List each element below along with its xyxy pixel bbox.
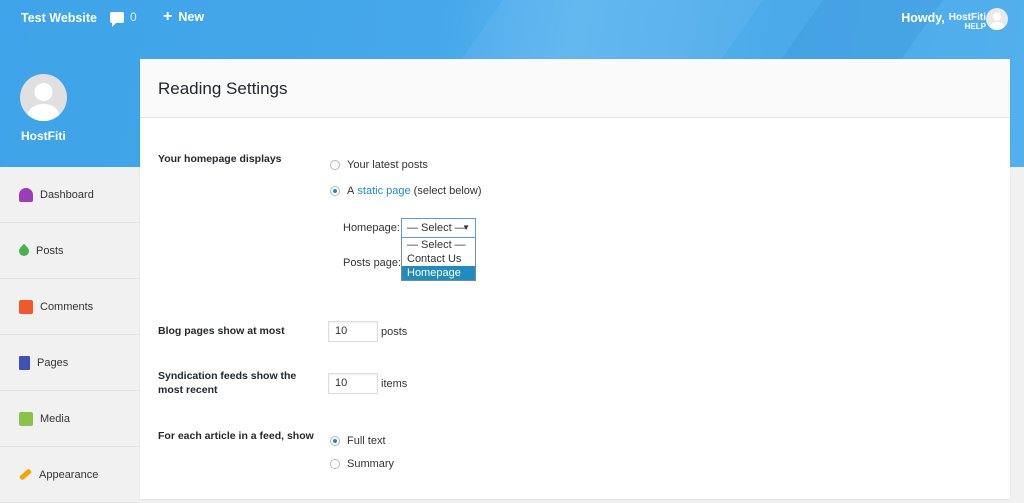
profile-avatar-icon[interactable]	[20, 74, 67, 121]
radio-latest-posts[interactable]: Your latest posts	[330, 159, 428, 171]
sidebar-item-dashboard[interactable]: Dashboard	[0, 167, 140, 223]
feed-article-label: For each article in a feed, show	[158, 430, 314, 442]
sidebar-item-comments[interactable]: Comments	[0, 279, 140, 335]
syndication-input[interactable]: 10	[328, 373, 378, 394]
user-avatar-icon[interactable]	[986, 8, 1008, 30]
sidebar-item-label: Media	[40, 412, 70, 425]
sidebar-item-appearance[interactable]: Appearance	[0, 447, 140, 503]
radio-label: Summary	[347, 458, 395, 470]
radio-label-suffix: (select below)	[413, 185, 482, 197]
new-content-link[interactable]: + New	[163, 8, 205, 25]
blog-pages-input[interactable]: 10	[328, 321, 378, 342]
radio-label: Full text	[347, 435, 386, 447]
plus-icon: +	[163, 8, 173, 25]
media-icon	[19, 411, 33, 426]
dropdown-arrow-icon: ▼	[462, 223, 470, 232]
radio-summary[interactable]: Summary	[330, 458, 394, 470]
brush-icon	[18, 468, 33, 481]
sidebar-item-media[interactable]: Media	[0, 391, 140, 447]
radio-button[interactable]	[330, 436, 340, 446]
comment-icon	[19, 299, 33, 314]
sidebar-item-label: Pages	[37, 356, 69, 369]
user-display-name: HostFiti HELP	[948, 12, 986, 32]
page-title: Reading Settings	[158, 79, 288, 98]
howdy-text: Howdy,	[901, 11, 945, 25]
pin-icon	[16, 243, 32, 258]
brand-line1: HostFiti	[948, 12, 986, 23]
sidebar-item-label: Comments	[40, 300, 94, 313]
blog-pages-label: Blog pages show at most	[158, 325, 285, 337]
radio-full-text[interactable]: Full text	[330, 435, 386, 447]
sidebar-menu: Dashboard Posts Comments Pages Media App…	[0, 167, 140, 503]
radio-static-page[interactable]: A static page (select below)	[330, 185, 482, 197]
new-label: New	[178, 10, 205, 24]
radio-button[interactable]	[330, 186, 340, 196]
blog-pages-unit: posts	[381, 326, 408, 338]
admin-bar: Test Website 0 + New Howdy, HostFiti HEL…	[0, 0, 1024, 36]
homepage-select[interactable]: — Select — ▼	[401, 218, 476, 238]
sidebar-item-pages[interactable]: Pages	[0, 335, 140, 391]
homepage-dropdown-list: — Select — Contact Us Homepage	[401, 238, 476, 281]
brand-line2: HELP	[964, 22, 986, 31]
sidebar-item-label: Appearance	[39, 468, 99, 481]
homepage-select-label: Homepage:	[343, 222, 400, 234]
radio-button[interactable]	[330, 160, 340, 170]
homepage-displays-label: Your homepage displays	[158, 153, 282, 165]
profile-name[interactable]: HostFiti	[21, 129, 66, 143]
homepage-select-value: — Select —	[407, 222, 466, 234]
sidebar-item-label: Posts	[36, 244, 64, 257]
static-page-link[interactable]: static page	[357, 185, 410, 197]
sidebar-item-posts[interactable]: Posts	[0, 223, 140, 279]
pages-icon	[19, 355, 30, 370]
account-menu[interactable]: Howdy, HostFiti HELP	[901, 11, 986, 31]
dropdown-option-highlighted[interactable]: Homepage	[402, 266, 475, 280]
panel-header: Reading Settings	[140, 59, 1010, 118]
sidebar-item-label: Dashboard	[40, 188, 94, 201]
radio-label-prefix: A	[347, 185, 355, 197]
posts-page-select-label: Posts page:	[343, 257, 402, 269]
radio-button[interactable]	[330, 459, 340, 469]
dropdown-option[interactable]: — Select —	[402, 238, 475, 252]
radio-label: Your latest posts	[347, 159, 428, 171]
admin-sidebar: HostFiti Dashboard Posts Comments Pages …	[0, 0, 140, 503]
settings-panel: Reading Settings Your homepage displays …	[140, 59, 1010, 499]
syndication-unit: items	[381, 378, 408, 390]
dashboard-icon	[19, 187, 33, 202]
dropdown-option[interactable]: Contact Us	[402, 252, 475, 266]
syndication-label: Syndication feeds show the most recent	[158, 370, 297, 396]
